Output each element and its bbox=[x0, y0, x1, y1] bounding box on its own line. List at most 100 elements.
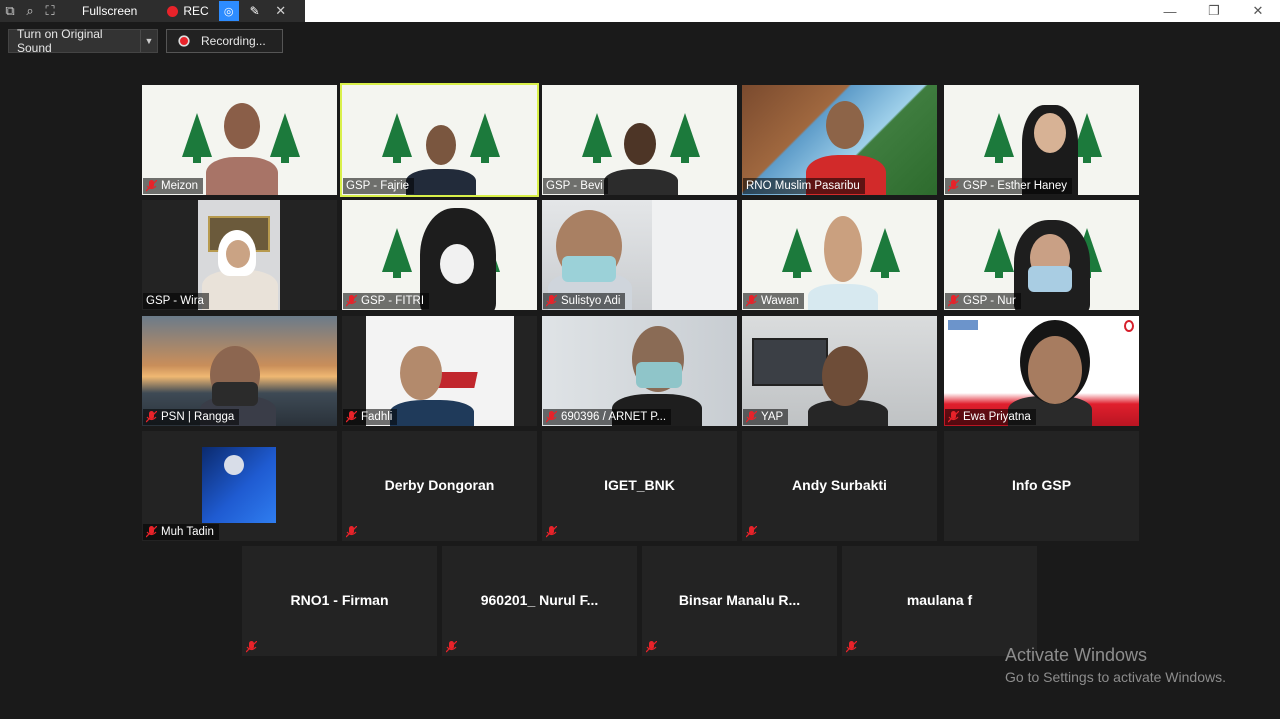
participant-body bbox=[604, 169, 678, 195]
muted-mic-icon bbox=[646, 641, 657, 653]
muted-mic-icon bbox=[746, 411, 757, 423]
participant-name: GSP - Wira bbox=[146, 295, 204, 307]
name-tile[interactable]: maulana f bbox=[842, 546, 1037, 656]
participant-body bbox=[390, 400, 474, 426]
participant-name: GSP - Nur bbox=[963, 295, 1016, 307]
name-tile[interactable]: IGET_BNK bbox=[542, 431, 737, 541]
video-tile[interactable]: 690396 / ARNET P... bbox=[542, 316, 737, 426]
participant-name-tag: Fadhli bbox=[343, 409, 398, 425]
participant-mask bbox=[562, 256, 616, 282]
video-tile[interactable]: GSP - Wira bbox=[142, 200, 337, 310]
participant-head bbox=[826, 101, 864, 149]
video-tile[interactable]: RNO Muslim Pasaribu bbox=[742, 85, 937, 195]
name-tile[interactable]: RNO1 - Firman bbox=[242, 546, 437, 656]
participant-name: GSP - Esther Haney bbox=[963, 180, 1067, 192]
company-logo bbox=[1124, 320, 1134, 332]
office-background bbox=[652, 200, 737, 310]
participant-head bbox=[400, 346, 442, 400]
muted-mic-icon bbox=[346, 526, 357, 538]
video-tile[interactable]: Meizon bbox=[142, 85, 337, 195]
video-tile[interactable]: Wawan bbox=[742, 200, 937, 310]
share-toolbar: ⧉ ⌕ ⛶ Fullscreen REC ◎ ✎ ✕ bbox=[0, 0, 305, 22]
participant-head bbox=[224, 103, 260, 149]
muted-mic-icon bbox=[546, 526, 557, 538]
share-icon[interactable]: ◎ bbox=[218, 1, 239, 21]
participant-name: IGET_BNK bbox=[604, 477, 675, 493]
participant-name: YAP bbox=[761, 411, 784, 423]
muted-mic-icon bbox=[948, 411, 959, 423]
muted-mic-icon bbox=[146, 180, 157, 192]
annotate-pen-icon[interactable]: ✎ bbox=[245, 4, 265, 18]
participant-name: Derby Dongoran bbox=[384, 477, 495, 493]
participant-name: Wawan bbox=[761, 295, 799, 307]
video-tile[interactable]: Fadhli bbox=[342, 316, 537, 426]
video-tile[interactable]: Ewa Priyatna bbox=[944, 316, 1139, 426]
zoom-search-icon[interactable]: ⌕ bbox=[20, 0, 40, 22]
video-tile[interactable]: Sulistyo Adi bbox=[542, 200, 737, 310]
gsp-logo-tree bbox=[470, 113, 500, 163]
participant-mask bbox=[636, 362, 682, 388]
recording-indicator[interactable]: Recording... bbox=[166, 29, 283, 53]
name-tile[interactable]: 960201_ Nurul F... bbox=[442, 546, 637, 656]
chevron-down-icon[interactable]: ▼ bbox=[140, 30, 157, 52]
participant-name: GSP - FITRI bbox=[361, 295, 425, 307]
participant-name-tag: GSP - Bevi bbox=[543, 178, 608, 194]
video-tile-active-speaker[interactable]: GSP - Fajrie bbox=[340, 83, 539, 197]
participant-name: Fadhli bbox=[361, 411, 393, 423]
video-tile[interactable]: YAP bbox=[742, 316, 937, 426]
minimize-icon[interactable]: — bbox=[1148, 0, 1192, 22]
video-tile[interactable]: GSP - Nur bbox=[944, 200, 1139, 310]
video-tile[interactable]: GSP - Esther Haney bbox=[944, 85, 1139, 195]
participant-head bbox=[1028, 336, 1082, 404]
participant-name: maulana f bbox=[906, 592, 973, 608]
name-tile[interactable]: Andy Surbakti bbox=[742, 431, 937, 541]
participant-name: Meizon bbox=[161, 180, 199, 192]
participant-name: Andy Surbakti bbox=[792, 477, 887, 493]
video-tile[interactable]: GSP - FITRI bbox=[342, 200, 537, 310]
muted-mic-icon bbox=[146, 411, 157, 423]
participant-name-tag: RNO Muslim Pasaribu bbox=[743, 178, 865, 194]
participant-name: Info GSP bbox=[1011, 477, 1072, 493]
new-window-icon[interactable]: ⧉ bbox=[0, 0, 20, 22]
original-sound-button[interactable]: Turn on Original Sound ▼ bbox=[8, 27, 158, 55]
participant-head bbox=[624, 123, 656, 165]
participant-name: 960201_ Nurul F... bbox=[480, 592, 599, 608]
fullscreen-button[interactable]: Fullscreen bbox=[82, 4, 137, 18]
participant-mask bbox=[1028, 266, 1072, 292]
title-bar: ⧉ ⌕ ⛶ Fullscreen REC ◎ ✎ ✕ — ❐ ✕ bbox=[0, 0, 1280, 22]
muted-mic-icon bbox=[346, 411, 357, 423]
participant-name: 690396 / ARNET P... bbox=[561, 411, 667, 423]
gsp-logo-tree bbox=[582, 113, 612, 163]
participant-name-tag: GSP - Fajrie bbox=[343, 178, 415, 194]
crop-icon[interactable]: ⛶ bbox=[40, 0, 60, 22]
user-avatar bbox=[224, 455, 244, 475]
close-toolbar-icon[interactable]: ✕ bbox=[271, 3, 291, 19]
participant-name-tag: GSP - Nur bbox=[945, 293, 1021, 309]
participant-name: RNO1 - Firman bbox=[290, 592, 389, 608]
name-tile[interactable]: Info GSP bbox=[944, 431, 1139, 541]
gsp-logo-tree bbox=[382, 113, 412, 163]
name-tile[interactable]: Derby Dongoran bbox=[342, 431, 537, 541]
rec-button[interactable]: REC bbox=[167, 4, 209, 18]
video-tile[interactable]: GSP - Bevi bbox=[542, 85, 737, 195]
original-sound-label: Turn on Original Sound bbox=[17, 27, 103, 55]
participant-name: Muh Tadin bbox=[161, 526, 214, 538]
name-tile[interactable]: Binsar Manalu R... bbox=[642, 546, 837, 656]
participant-name: GSP - Bevi bbox=[546, 180, 603, 192]
record-dot-icon bbox=[167, 5, 179, 17]
watermark-subtitle: Go to Settings to activate Windows. bbox=[1005, 669, 1226, 685]
participant-name: RNO Muslim Pasaribu bbox=[746, 180, 860, 192]
participant-body bbox=[202, 270, 278, 310]
muted-mic-icon bbox=[446, 641, 457, 653]
video-tile[interactable]: Muh Tadin bbox=[142, 431, 337, 541]
participant-mask bbox=[440, 244, 474, 284]
muted-mic-icon bbox=[146, 526, 157, 538]
participant-body bbox=[206, 157, 278, 195]
close-window-icon[interactable]: ✕ bbox=[1236, 0, 1280, 22]
restore-icon[interactable]: ❐ bbox=[1192, 0, 1236, 22]
participant-name-tag: GSP - Wira bbox=[143, 293, 209, 309]
gsp-logo-tree bbox=[182, 113, 212, 163]
windows-activation-watermark: Activate Windows Go to Settings to activ… bbox=[1005, 645, 1226, 685]
video-tile[interactable]: PSN | Rangga bbox=[142, 316, 337, 426]
muted-mic-icon bbox=[546, 295, 557, 307]
